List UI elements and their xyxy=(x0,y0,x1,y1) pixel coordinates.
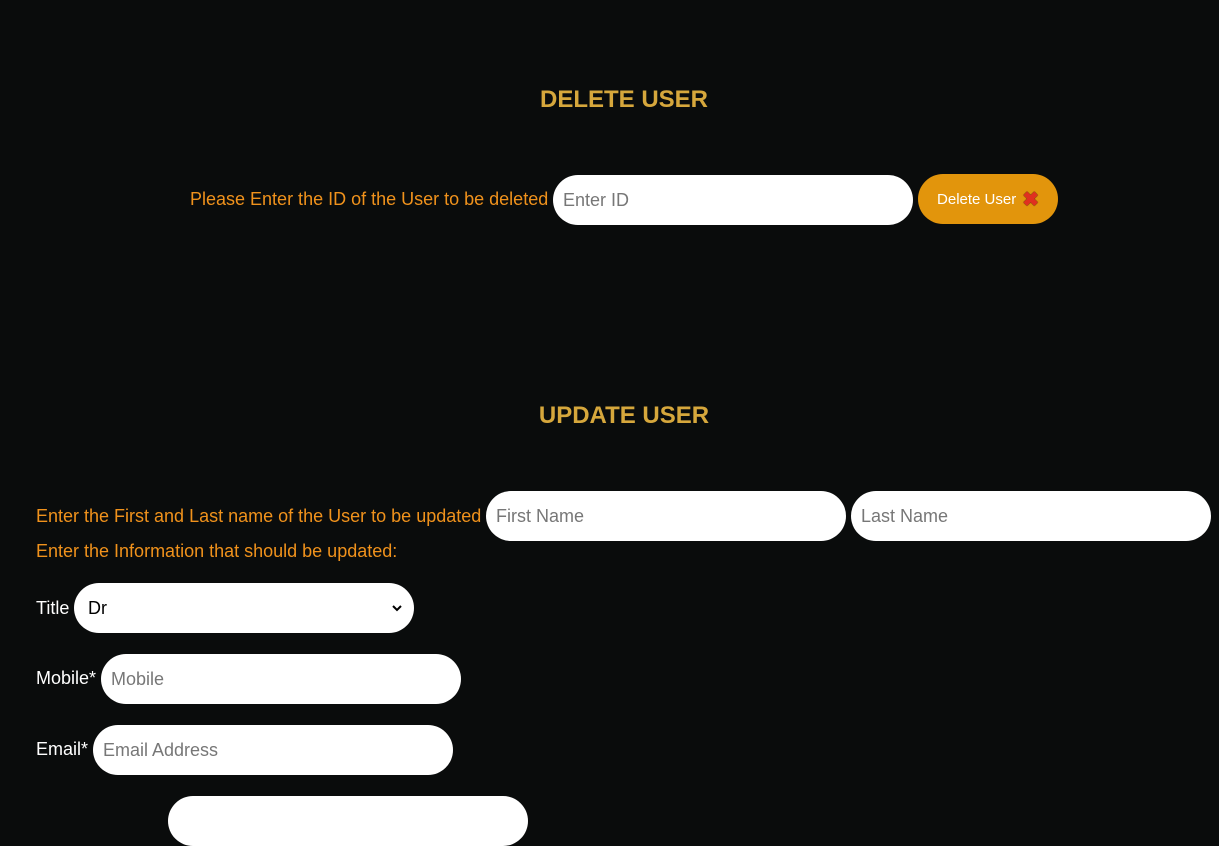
mobile-input[interactable] xyxy=(101,654,461,704)
title-select-value: Dr xyxy=(88,597,107,618)
delete-id-input[interactable] xyxy=(553,175,913,225)
chevron-down-icon xyxy=(392,605,402,612)
close-icon: ✖ xyxy=(1022,188,1039,211)
last-name-input[interactable] xyxy=(851,491,1211,541)
delete-user-button[interactable]: Delete User ✖ xyxy=(918,174,1058,224)
update-user-heading: UPDATE USER xyxy=(538,402,710,429)
email-label: Email* xyxy=(36,739,89,759)
next-field-input[interactable] xyxy=(168,796,528,846)
title-select[interactable]: Dr xyxy=(74,583,414,633)
first-name-input[interactable] xyxy=(486,491,846,541)
email-input[interactable] xyxy=(93,725,453,775)
mobile-label: Mobile* xyxy=(36,668,97,688)
title-label: Title xyxy=(36,598,70,618)
delete-id-prompt: Please Enter the ID of the User to be de… xyxy=(190,189,549,209)
update-info-prompt: Enter the Information that should be upd… xyxy=(36,541,398,561)
delete-user-heading: DELETE USER xyxy=(539,86,709,113)
delete-user-button-label: Delete User xyxy=(937,190,1017,208)
update-name-prompt: Enter the First and Last name of the Use… xyxy=(36,506,482,526)
